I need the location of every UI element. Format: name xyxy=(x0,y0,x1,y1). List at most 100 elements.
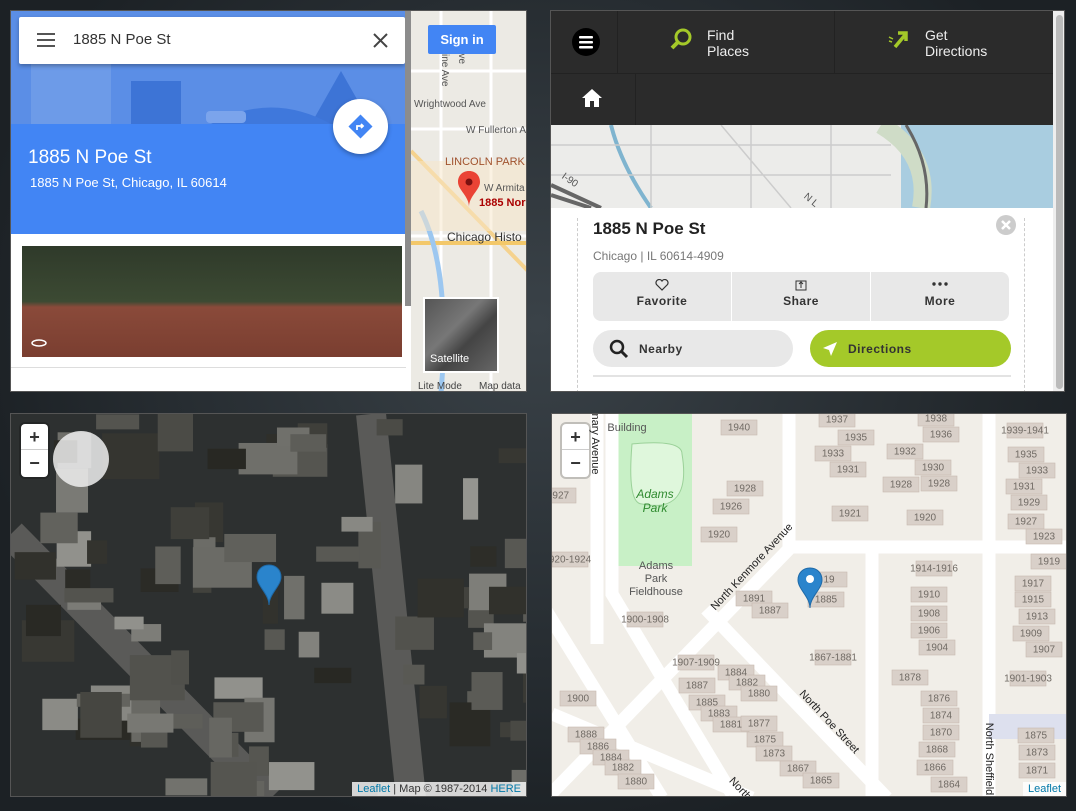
google-maps-panel: 1885 N Poe St 1885 N Poe St 1885 N Poe S… xyxy=(10,10,527,392)
search-input[interactable]: 1885 N Poe St xyxy=(73,31,171,48)
house-number-label: 1937 xyxy=(825,414,849,426)
satellite-toggle[interactable]: Satellite xyxy=(423,297,499,373)
leaflet-link[interactable]: Leaflet xyxy=(1028,783,1061,795)
rooftop xyxy=(403,664,425,685)
place-address: 1885 N Poe St, Chicago, IL 60614 xyxy=(30,175,227,190)
close-icon[interactable] xyxy=(373,33,388,48)
map-marker-icon[interactable] xyxy=(797,567,823,609)
map-pin-icon[interactable] xyxy=(457,171,481,207)
rooftop xyxy=(114,616,144,630)
house-number-label: 1909 xyxy=(1019,628,1043,640)
rooftop xyxy=(170,507,210,540)
house-number-label: 1873 xyxy=(762,748,786,760)
house-number-label: 1927 xyxy=(1014,516,1038,528)
house-number-label: 1928 xyxy=(889,479,913,491)
rooftop xyxy=(510,720,526,741)
more-button[interactable]: More xyxy=(871,272,1009,321)
rooftop xyxy=(127,713,174,733)
menu-icon[interactable] xyxy=(572,28,600,56)
share-button[interactable]: Share xyxy=(732,272,871,321)
rooftop xyxy=(316,546,360,562)
house-number-label: 1887 xyxy=(685,680,709,692)
zoom-in-button[interactable]: + xyxy=(562,424,589,450)
leaflet-link[interactable]: Leaflet xyxy=(357,783,390,795)
home-icon[interactable] xyxy=(581,87,603,109)
zoom-out-button[interactable]: − xyxy=(21,450,48,476)
house-number-label: 1936 xyxy=(929,429,953,441)
rooftop xyxy=(14,552,56,580)
search-box[interactable]: 1885 N Poe St xyxy=(19,17,405,64)
place-title: 1885 N Poe St xyxy=(28,147,152,168)
rooftop xyxy=(395,464,423,504)
house-number-label: 1926 xyxy=(719,501,743,513)
house-number-label: 1882 xyxy=(611,762,635,774)
rooftop xyxy=(290,434,327,452)
divider xyxy=(635,73,636,125)
rooftop xyxy=(157,414,194,452)
rooftop xyxy=(321,582,354,614)
house-number-label: 1923 xyxy=(1032,531,1056,543)
divider xyxy=(551,73,1053,74)
map-data-label[interactable]: Map data © xyxy=(479,381,526,391)
place-address: Chicago | IL 60614-4909 xyxy=(593,249,724,263)
house-number-label: 1875 xyxy=(753,734,777,746)
directions-icon xyxy=(348,114,373,139)
here-link[interactable]: HERE xyxy=(490,783,521,795)
street-label: nary Avenue xyxy=(589,413,601,475)
get-directions-button[interactable]: Get Directions xyxy=(887,27,987,59)
rooftop xyxy=(42,698,78,731)
nearby-button[interactable]: Nearby xyxy=(593,330,793,367)
menu-icon[interactable] xyxy=(37,33,55,47)
scrollbar[interactable] xyxy=(405,11,411,306)
house-number-label: 1865 xyxy=(809,775,833,787)
rooftop xyxy=(171,650,189,685)
house-number-label: 1933 xyxy=(821,448,845,460)
zoom-out-button[interactable]: − xyxy=(562,450,589,476)
house-number-label: 1888 xyxy=(574,729,598,741)
rooftop xyxy=(498,448,526,464)
directions-button[interactable]: Directions xyxy=(810,330,1011,367)
rooftop xyxy=(470,546,497,567)
rooftop xyxy=(473,632,493,650)
rooftop xyxy=(87,540,108,564)
poi-label: Building xyxy=(607,422,647,434)
house-number-label: 1870 xyxy=(929,727,953,739)
sign-in-button[interactable]: Sign in xyxy=(428,25,496,54)
house-number-label: 1891 xyxy=(742,593,766,605)
map-view[interactable]: I-90 N L xyxy=(551,117,1053,210)
park-label: Park xyxy=(642,501,668,515)
search-icon xyxy=(670,28,692,50)
house-number-label: 1930 xyxy=(921,462,945,474)
place-title: 1885 N Poe St xyxy=(593,219,706,238)
house-number-label: 1935 xyxy=(1014,449,1038,461)
house-number-label: 1908 xyxy=(917,608,941,620)
house-number-label: 1900 xyxy=(566,693,590,705)
rooftop xyxy=(341,516,373,532)
street-view-photo[interactable] xyxy=(22,246,402,357)
map-marker-icon[interactable] xyxy=(256,564,282,606)
house-number-label: 1919 xyxy=(1037,556,1061,568)
directions-button[interactable] xyxy=(333,99,388,154)
find-places-button[interactable]: Find Places xyxy=(669,27,749,59)
action-row: Favorite Share More xyxy=(593,272,1009,321)
house-number-label: 1880 xyxy=(747,688,771,700)
scrollbar-thumb[interactable] xyxy=(1056,15,1063,389)
rooftop xyxy=(214,677,263,699)
house-number-label: 1928 xyxy=(927,478,951,490)
zoom-in-button[interactable]: + xyxy=(21,424,48,450)
lite-mode-label[interactable]: Lite Mode xyxy=(418,381,462,391)
house-number-label: 1907-1909 xyxy=(672,657,720,669)
favorite-button[interactable]: Favorite xyxy=(593,272,732,321)
house-number-label: 19 xyxy=(823,574,835,586)
rooftop xyxy=(80,691,122,738)
rooftop xyxy=(155,546,181,585)
close-icon[interactable] xyxy=(996,215,1016,235)
house-number-label: 1882 xyxy=(735,677,759,689)
house-number-label: 1880 xyxy=(624,776,648,788)
poi-label: Adams xyxy=(638,560,674,572)
rooftop xyxy=(488,586,526,615)
search-icon xyxy=(609,339,629,358)
street-map-panel[interactable]: 1940 1937 1935 1933 1931 1938 1936 1932 1930 1928… xyxy=(551,413,1067,797)
satellite-map-panel[interactable]: + − Leaflet | Map © 1987-2014 HERE xyxy=(10,413,527,797)
house-number-label: 1877 xyxy=(747,718,771,730)
